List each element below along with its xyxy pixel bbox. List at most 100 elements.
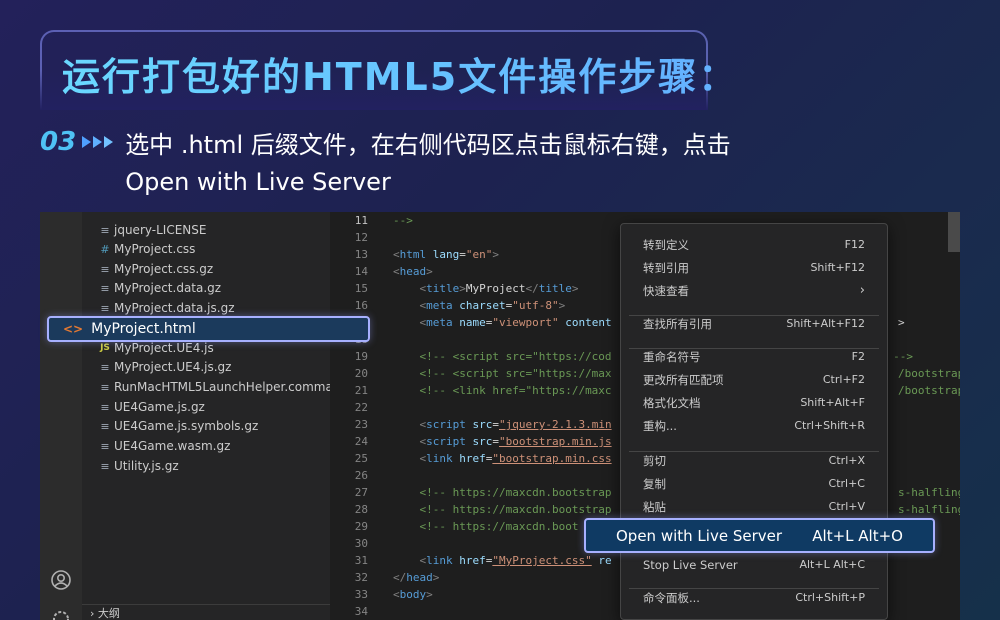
code-line: <html lang="en"> (393, 248, 499, 261)
context-menu-item[interactable]: 更改所有匹配项 Ctrl+F2 (621, 368, 887, 391)
context-menu-item[interactable]: Stop Live Server Alt+L Alt+C (621, 553, 887, 576)
line-number: 27 (354, 486, 368, 499)
code-line: <!-- <link href="https://maxc (419, 384, 612, 397)
line-number: 19 (354, 350, 368, 363)
js-icon: JS (100, 343, 110, 353)
line-number: 20 (354, 367, 368, 380)
lines-icon: ≡ (100, 380, 110, 394)
context-menu-item[interactable]: 重构... Ctrl+Shift+R (621, 414, 887, 437)
line-number: 21 (354, 384, 368, 397)
lines-icon: ≡ (100, 281, 110, 295)
file-item[interactable]: ≡ RunMacHTML5LaunchHelper.command (98, 377, 348, 397)
code-line-tail: s-halfling (898, 503, 960, 516)
context-menu-item[interactable]: 快速查看 › (621, 279, 887, 302)
context-menu-item[interactable]: 剪切 Ctrl+X (621, 449, 887, 472)
line-number: 15 (354, 282, 368, 295)
line-number: 24 (354, 435, 368, 448)
line-number: 22 (354, 401, 368, 414)
code-line: <!-- <script src="https://cod (419, 350, 612, 363)
context-menu-item[interactable]: 格式化文档 Shift+Alt+F (621, 391, 887, 414)
file-item[interactable]: ≡ MyProject.UE4.js.gz (98, 357, 231, 377)
scrollbar[interactable] (948, 212, 960, 252)
menu-item-label: 命令面板... (643, 590, 700, 605)
file-name: MyProject.css.gz (114, 262, 214, 276)
menu-item-label: 剪切 (643, 453, 666, 468)
menu-item-label: 转到引用 (643, 260, 689, 275)
file-item[interactable]: ≡ MyProject.data.js.gz (98, 298, 234, 318)
menu-item-label: 格式化文档 (643, 395, 701, 410)
code-line: </head> (393, 571, 440, 584)
line-number: 26 (354, 469, 368, 482)
file-item[interactable]: ≡ MyProject.css.gz (98, 259, 213, 279)
menu-separator (629, 315, 879, 316)
code-line: <!-- https://maxcdn.bootstrap (419, 486, 612, 499)
line-number-gutter: 1112131415161718192021222324252627282930… (330, 212, 380, 620)
code-line: <head> (393, 265, 433, 278)
menu-item-label: 重构... (643, 418, 677, 433)
outline-section[interactable]: › 大纲 (82, 604, 330, 620)
line-number: 32 (354, 571, 368, 584)
step-number: 03 (40, 127, 77, 157)
code-line: <meta charset="utf-8"> (419, 299, 566, 312)
file-item[interactable]: ≡ UE4Game.js.symbols.gz (98, 416, 258, 436)
step-line-2: Open with Live Server (125, 168, 391, 196)
context-menu-item[interactable]: 转到定义 F12 (621, 233, 887, 256)
file-item[interactable]: ≡ UE4Game.wasm.gz (98, 436, 230, 456)
file-item[interactable]: ≡ MyProject.data.gz (98, 278, 221, 298)
menu-item-shortcut: Ctrl+F2 (822, 373, 865, 386)
open-with-live-server-item[interactable]: Open with Live Server Alt+L Alt+O (584, 518, 935, 553)
line-number: 34 (354, 605, 368, 618)
file-name: MyProject.css (114, 242, 196, 256)
line-number: 31 (354, 554, 368, 567)
code-line: <body> (393, 588, 433, 601)
line-number: 33 (354, 588, 368, 601)
file-name: jquery-LICENSE (114, 223, 207, 237)
outline-label: 大纲 (97, 607, 120, 620)
code-line: <meta name="viewport" content (419, 316, 612, 329)
lines-icon: ≡ (100, 301, 110, 315)
context-menu: 转到定义 F12 转到引用 Shift+F12 快速查看 › 查找所有引用 Shift+Alt… (620, 223, 888, 620)
menu-item-shortcut: Shift+Alt+F12 (786, 317, 865, 330)
step-line-1: 选中 .html 后缀文件，在右侧代码区点击鼠标右键，点击 (125, 131, 731, 159)
menu-item-shortcut: F2 (851, 350, 865, 363)
selected-file-myproject-html[interactable]: <> MyProject.html (47, 316, 370, 342)
html-file-icon: <> (63, 322, 84, 336)
file-name: MyProject.UE4.js.gz (114, 360, 232, 374)
lines-icon: ≡ (100, 400, 110, 414)
menu-item-label: 重命名符号 (643, 349, 701, 364)
line-number: 12 (354, 231, 368, 244)
file-item[interactable]: ≡ jquery-LICENSE (98, 220, 206, 240)
lines-icon: ≡ (100, 459, 110, 473)
lines-icon: ≡ (100, 262, 110, 276)
menu-item-shortcut: Shift+Alt+F (800, 396, 865, 409)
file-name: MyProject.UE4.js (114, 341, 214, 355)
file-item[interactable]: ≡ Utility.js.gz (98, 456, 179, 476)
lines-icon: ≡ (100, 419, 110, 433)
menu-item-shortcut: Ctrl+Shift+P (795, 591, 865, 604)
menu-item-shortcut: F12 (844, 238, 865, 251)
context-menu-item[interactable]: 转到引用 Shift+F12 (621, 256, 887, 279)
code-line-tail: > (898, 316, 905, 329)
gear-icon[interactable] (50, 608, 72, 620)
line-number: 29 (354, 520, 368, 533)
code-line: <script src="bootstrap.min.js (419, 435, 612, 448)
code-line-tail: /bootstrap (898, 384, 960, 397)
account-icon[interactable] (50, 569, 72, 591)
menu-item-shortcut: Ctrl+V (828, 500, 865, 513)
file-item[interactable]: ≡ UE4Game.js.gz (98, 397, 204, 417)
file-name: UE4Game.js.symbols.gz (114, 419, 259, 433)
code-line-tail: /bootstrap (898, 367, 960, 380)
context-menu-item[interactable]: 粘贴 Ctrl+V (621, 495, 887, 518)
code-line: <link href="bootstrap.min.css (419, 452, 612, 465)
context-menu-item[interactable]: 复制 Ctrl+C (621, 472, 887, 495)
context-menu-item[interactable]: 命令面板... Ctrl+Shift+P (621, 586, 887, 609)
file-item[interactable]: # MyProject.css (98, 239, 195, 259)
menu-item-label: 快速查看 (643, 283, 689, 298)
vscode-screenshot: ≡ jquery-LICENSE # MyProject.css ≡ MyProject.… (40, 212, 960, 620)
menu-item-label: 更改所有匹配项 (643, 372, 724, 387)
code-line: <link href="MyProject.css" re (419, 554, 612, 567)
line-number: 11 (354, 214, 368, 227)
line-number: 14 (354, 265, 368, 278)
code-line: <!-- https://maxcdn.bootstrap (419, 503, 612, 516)
file-name: Utility.js.gz (114, 459, 179, 473)
